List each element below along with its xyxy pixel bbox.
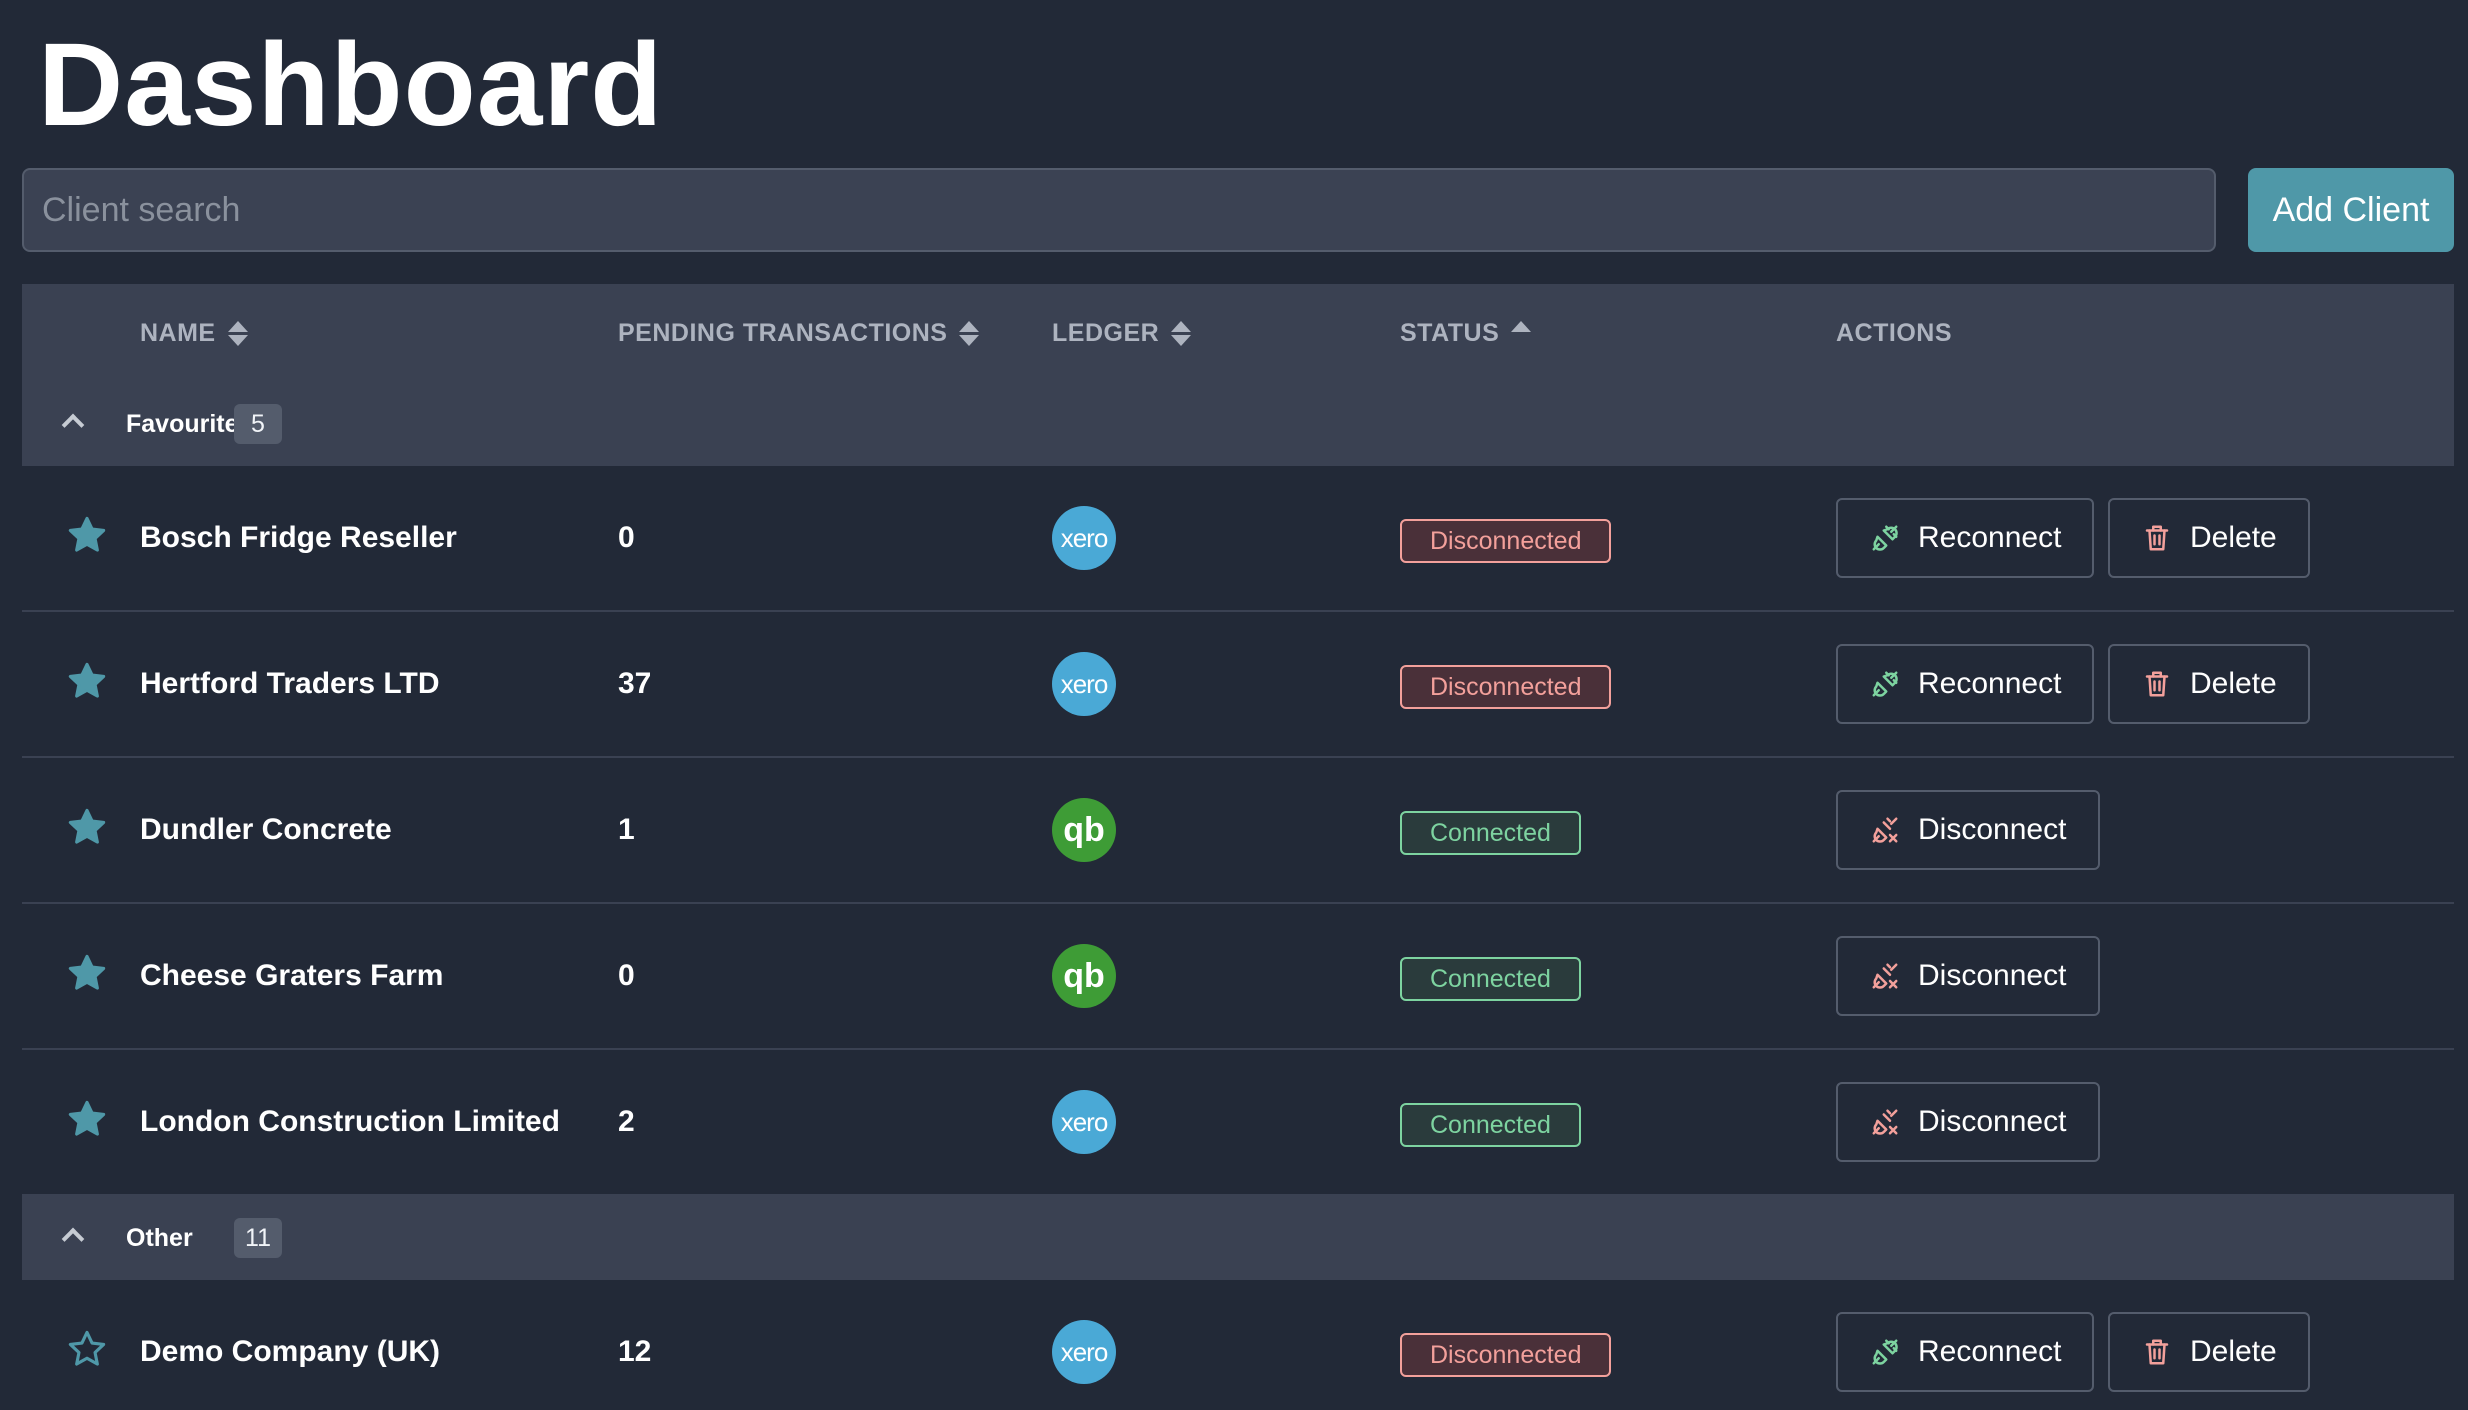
client-name: Demo Company (UK) bbox=[140, 1335, 441, 1368]
disconnect-button[interactable]: Disconnect bbox=[1836, 1082, 2100, 1162]
table-row: Hertford Traders LTD 37 xero Disconnected Re… bbox=[22, 612, 2454, 758]
status-badge: Connected bbox=[1400, 811, 1581, 855]
reconnect-button[interactable]: Reconnect bbox=[1836, 644, 2094, 724]
reconnect-button[interactable]: Reconnect bbox=[1836, 1312, 2094, 1392]
column-header-name[interactable]: NAME bbox=[140, 294, 248, 372]
star-outline-icon[interactable] bbox=[66, 1328, 108, 1370]
page-title: Dashboard bbox=[38, 19, 664, 151]
column-header-ledger[interactable]: LEDGER bbox=[1052, 294, 1192, 372]
trash-icon bbox=[2142, 1337, 2172, 1367]
status-badge: Disconnected bbox=[1400, 665, 1612, 709]
sort-ascending-icon bbox=[1511, 320, 1532, 332]
sort-both-icon bbox=[1171, 320, 1192, 346]
status-badge: Connected bbox=[1400, 957, 1581, 1001]
chevron-up-icon[interactable] bbox=[60, 408, 84, 432]
chevron-up-icon[interactable] bbox=[60, 1222, 84, 1246]
client-name: Bosch Fridge Reseller bbox=[140, 521, 457, 554]
xero-logo-icon: xero bbox=[1052, 652, 1116, 716]
delete-button[interactable]: Delete bbox=[2108, 644, 2310, 724]
pending-transactions-count: 12 bbox=[618, 1335, 652, 1368]
sort-both-icon bbox=[959, 320, 980, 346]
star-filled-icon[interactable] bbox=[66, 514, 108, 556]
group-header-other[interactable]: Other 11 bbox=[22, 1196, 2454, 1280]
table-row: Dundler Concrete 1 qb Connected Disconnect bbox=[22, 758, 2454, 904]
xero-logo-icon: xero bbox=[1052, 506, 1116, 570]
group-name: Other bbox=[126, 1224, 193, 1252]
quickbooks-logo-icon: qb bbox=[1052, 798, 1116, 862]
table-row: London Construction Limited 2 xero Connecte… bbox=[22, 1050, 2454, 1196]
column-header-actions: ACTIONS bbox=[1836, 319, 1952, 347]
delete-button[interactable]: Delete bbox=[2108, 498, 2310, 578]
status-badge: Disconnected bbox=[1400, 1333, 1612, 1377]
group-header-favourites[interactable]: Favourites 5 bbox=[22, 382, 2454, 466]
reconnect-button[interactable]: Reconnect bbox=[1836, 498, 2094, 578]
xero-logo-icon: xero bbox=[1052, 1090, 1116, 1154]
quickbooks-logo-icon: qb bbox=[1052, 944, 1116, 1008]
plug-icon bbox=[1870, 669, 1900, 699]
pending-transactions-count: 0 bbox=[618, 959, 635, 992]
client-name: Cheese Graters Farm bbox=[140, 959, 444, 992]
star-filled-icon[interactable] bbox=[66, 806, 108, 848]
column-header-status[interactable]: STATUS bbox=[1400, 294, 1532, 372]
unplug-icon bbox=[1870, 961, 1900, 991]
client-name: London Construction Limited bbox=[140, 1105, 560, 1138]
pending-transactions-count: 1 bbox=[618, 813, 635, 846]
disconnect-button[interactable]: Disconnect bbox=[1836, 936, 2100, 1016]
clients-table: NAME PENDING TRANSACTIONS LEDGER STATUS … bbox=[22, 284, 2454, 1410]
client-name: Hertford Traders LTD bbox=[140, 667, 440, 700]
xero-logo-icon: xero bbox=[1052, 1320, 1116, 1384]
sort-both-icon bbox=[227, 320, 248, 346]
unplug-icon bbox=[1870, 815, 1900, 845]
column-header-pending-transactions[interactable]: PENDING TRANSACTIONS bbox=[618, 294, 980, 372]
add-client-button[interactable]: Add Client bbox=[2248, 168, 2454, 252]
status-badge: Disconnected bbox=[1400, 519, 1612, 563]
table-body: Favourites 5 Bosch Fridge Reseller 0 xero Dis… bbox=[22, 382, 2454, 1410]
pending-transactions-count: 2 bbox=[618, 1105, 635, 1138]
pending-transactions-count: 37 bbox=[618, 667, 652, 700]
delete-button[interactable]: Delete bbox=[2108, 1312, 2310, 1392]
table-row: Bosch Fridge Reseller 0 xero Disconnected Re… bbox=[22, 466, 2454, 612]
table-row: Demo Company (UK) 12 xero Disconnected Recon… bbox=[22, 1280, 2454, 1410]
trash-icon bbox=[2142, 669, 2172, 699]
status-badge: Connected bbox=[1400, 1103, 1581, 1147]
star-filled-icon[interactable] bbox=[66, 1098, 108, 1140]
disconnect-button[interactable]: Disconnect bbox=[1836, 790, 2100, 870]
pending-transactions-count: 0 bbox=[618, 521, 635, 554]
table-row: Cheese Graters Farm 0 qb Connected Disconnec… bbox=[22, 904, 2454, 1050]
trash-icon bbox=[2142, 523, 2172, 553]
plug-icon bbox=[1870, 523, 1900, 553]
group-count-badge: 11 bbox=[234, 1218, 282, 1258]
group-count-badge: 5 bbox=[234, 404, 282, 444]
star-filled-icon[interactable] bbox=[66, 660, 108, 702]
client-search-input[interactable] bbox=[22, 168, 2216, 252]
plug-icon bbox=[1870, 1337, 1900, 1367]
star-filled-icon[interactable] bbox=[66, 952, 108, 994]
unplug-icon bbox=[1870, 1107, 1900, 1137]
table-header: NAME PENDING TRANSACTIONS LEDGER STATUS … bbox=[22, 284, 2454, 382]
client-name: Dundler Concrete bbox=[140, 813, 392, 846]
